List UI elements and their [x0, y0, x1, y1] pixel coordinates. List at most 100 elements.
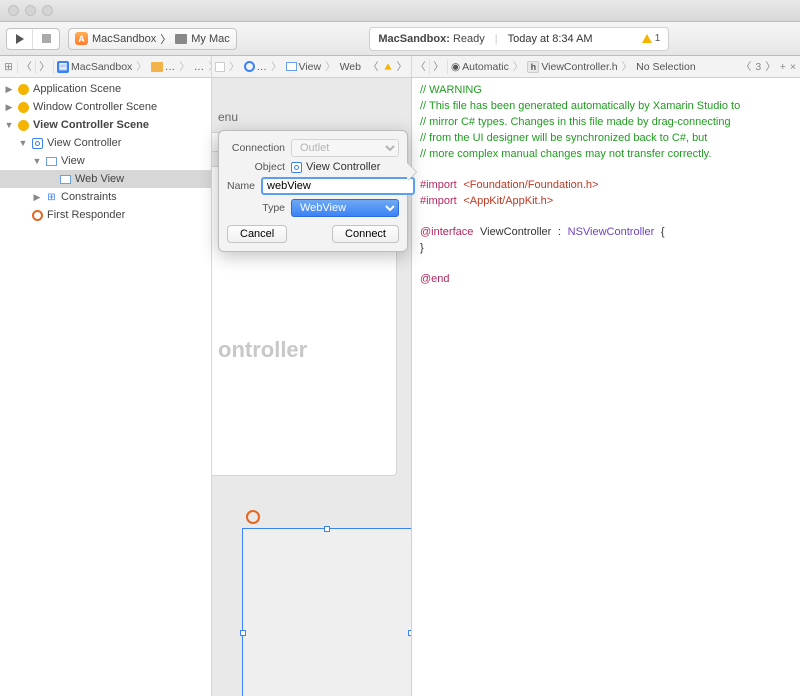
close-assistant-button[interactable]: × [790, 61, 796, 73]
jump-bar: ⊞ 〈 〉 ▤MacSandbox 〉 … 〉 … 〉 〉 … 〉 View 〉… [0, 56, 800, 78]
connect-button[interactable]: Connect [332, 225, 399, 243]
vc-row[interactable]: ▼View Controller [0, 134, 211, 152]
window-titlebar [0, 0, 800, 22]
code-class: ViewController [480, 226, 551, 238]
mac-icon [175, 34, 187, 44]
placeholder-text: ontroller [218, 337, 307, 363]
viewcontroller-icon [291, 162, 302, 173]
connection-select[interactable]: Outlet [291, 139, 399, 157]
resize-handle[interactable] [324, 526, 330, 532]
scene-icon [18, 102, 29, 113]
crumb-mode: Automatic [462, 61, 509, 73]
scene-label: Window Controller Scene [33, 101, 157, 113]
scene-icon [244, 61, 255, 72]
related-items-icon[interactable]: ⊞ [0, 61, 18, 73]
crumb-item: … [257, 61, 268, 73]
code-text: { [661, 226, 665, 238]
code-text: : [558, 226, 561, 238]
scheme-name: MacSandbox [92, 33, 156, 45]
scene-row[interactable]: ▶Application Scene [0, 80, 211, 98]
code-keyword: @end [420, 273, 450, 285]
warning-badge[interactable]: 1 [642, 33, 661, 44]
traffic-lights [8, 5, 53, 16]
run-button[interactable] [7, 29, 33, 49]
source-editor[interactable]: // WARNING // This file has been generat… [412, 78, 800, 696]
canvas-breadcrumb[interactable]: 〉 … 〉 View 〉 Web View [212, 59, 364, 74]
back-button[interactable]: 〈 [412, 59, 430, 74]
scene-label: Application Scene [33, 83, 121, 95]
first-responder-label: First Responder [47, 209, 125, 221]
type-select[interactable]: WebView [291, 199, 399, 217]
close-icon[interactable] [8, 5, 19, 16]
add-assistant-button[interactable]: + [780, 61, 786, 73]
resize-handle[interactable] [408, 630, 412, 636]
crumb-selection: No Selection [633, 61, 699, 73]
counter: 3 [755, 61, 761, 73]
name-label: Name [227, 180, 255, 192]
project-icon: ▤ [57, 61, 69, 73]
prev-button[interactable]: 〈 [741, 59, 752, 74]
code-line: // WARNING [420, 84, 482, 96]
next-button[interactable]: 〉 [765, 59, 776, 74]
scene-icon [18, 120, 29, 131]
left-breadcrumb[interactable]: ▤MacSandbox 〉 … 〉 … 〉 [54, 59, 211, 74]
selection-box[interactable] [242, 528, 412, 696]
scene-row[interactable]: ▼View Controller Scene [0, 116, 211, 134]
code-keyword: @interface [420, 226, 473, 238]
scene-icon [18, 84, 29, 95]
view-icon [286, 62, 297, 71]
object-label: Object [227, 161, 285, 173]
minimize-icon[interactable] [25, 5, 36, 16]
app-icon: A [75, 32, 88, 45]
scheme-selector[interactable]: A MacSandbox 〉 My Mac [68, 28, 237, 50]
status-state: Ready [453, 33, 485, 45]
crumb-project: MacSandbox [71, 61, 132, 73]
view-row[interactable]: ▼View [0, 152, 211, 170]
object-value: View Controller [291, 161, 399, 173]
chevron-right-icon: 〉 [160, 31, 171, 47]
name-input[interactable] [261, 177, 415, 195]
forward-button[interactable]: 〉 [430, 59, 448, 74]
stop-button[interactable] [33, 29, 59, 49]
crumb-item: … [191, 61, 208, 73]
scene-label: View Controller Scene [33, 119, 149, 131]
destination-name: My Mac [191, 33, 230, 45]
assistant-controls: 〈 3 〉 + × [737, 59, 800, 74]
webview-label: Web View [75, 173, 124, 185]
first-responder-icon [32, 210, 43, 221]
constraints-label: Constraints [61, 191, 117, 203]
assistant-breadcrumb[interactable]: ◉Automatic 〉 hViewController.h 〉 No Sele… [448, 59, 737, 74]
first-responder-row[interactable]: First Responder [0, 206, 211, 224]
webview-row[interactable]: Web View [0, 170, 211, 188]
view-icon [46, 157, 57, 166]
back-button[interactable]: 〈 [18, 59, 36, 74]
counterparts-icon: ◉ [451, 61, 460, 73]
toolbar: A MacSandbox 〉 My Mac MacSandbox: Ready … [0, 22, 800, 56]
code-line: // more complex manual changes may not t… [420, 148, 711, 160]
scene-row[interactable]: ▶Window Controller Scene [0, 98, 211, 116]
back-button[interactable]: 〈 [368, 59, 379, 74]
type-label: Type [227, 202, 285, 214]
object-text: View Controller [306, 161, 380, 173]
zoom-icon[interactable] [42, 5, 53, 16]
constraints-row[interactable]: ▶⊞Constraints [0, 188, 211, 206]
folder-icon [151, 62, 163, 72]
forward-button[interactable]: 〉 [36, 59, 54, 74]
cancel-button[interactable]: Cancel [227, 225, 287, 243]
crumb-webview: Web View [337, 61, 364, 73]
status-time: Today at 8:34 AM [508, 33, 593, 45]
first-responder-proxy-icon[interactable] [246, 510, 260, 524]
resize-handle[interactable] [240, 630, 246, 636]
forward-button[interactable]: 〉 [397, 59, 408, 74]
connection-label: Connection [227, 142, 285, 154]
status-project: MacSandbox: [378, 33, 450, 45]
crumb-view: View [299, 61, 322, 73]
warning-icon [642, 34, 652, 43]
code-keyword: #import [420, 195, 457, 207]
code-line: // This file has been generated automati… [420, 100, 740, 112]
warning-icon [384, 63, 391, 69]
crumb-file: ViewController.h [541, 61, 617, 73]
code-import: <AppKit/AppKit.h> [463, 195, 553, 207]
viewcontroller-icon [32, 138, 43, 149]
view-icon [60, 175, 71, 184]
